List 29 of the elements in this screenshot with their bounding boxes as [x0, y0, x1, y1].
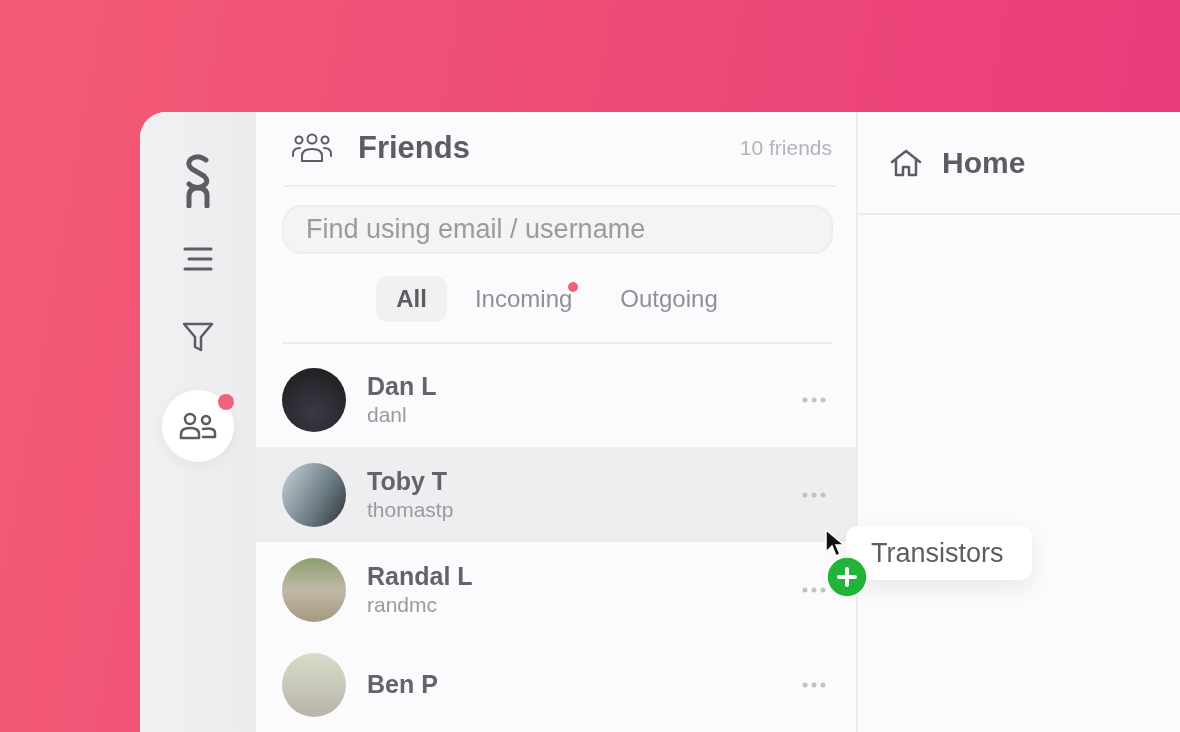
filter-tab[interactable]: All: [376, 276, 447, 322]
friend-count: 10 friends: [739, 136, 832, 161]
friend-name: Randal L: [367, 562, 473, 591]
menu-icon[interactable]: [183, 247, 213, 271]
friend-username: danl: [367, 403, 408, 427]
friend-row[interactable]: Ben P: [256, 637, 856, 732]
more-dots-icon: [802, 681, 826, 688]
users-icon: [292, 133, 332, 164]
plus-icon: [826, 556, 868, 598]
friend-name: Ben P: [367, 670, 438, 699]
filter-tab[interactable]: Incoming: [454, 276, 593, 322]
panel-title: Friends: [358, 130, 470, 167]
search-field[interactable]: Find using email / username: [282, 204, 833, 254]
users-icon: [179, 412, 217, 440]
more-dots-icon: [802, 586, 826, 593]
home-icon: [890, 148, 922, 177]
panel-title: Home: [942, 145, 1026, 180]
more-dots-icon: [802, 396, 826, 403]
filter-tab[interactable]: Outgoing: [600, 276, 738, 322]
friend-row[interactable]: Toby T thomastp: [256, 447, 856, 542]
logo-icon: [185, 154, 211, 208]
friend-username: randmc: [367, 593, 439, 617]
friend-username: thomastp: [367, 498, 454, 522]
friend-name: Dan L: [367, 372, 437, 401]
filter-icon[interactable]: [182, 321, 214, 353]
friend-name: Toby T: [367, 467, 449, 496]
friend-row[interactable]: Dan L danl: [256, 352, 856, 447]
drag-chip: Transistors: [846, 526, 1032, 580]
more-dots-icon: [802, 491, 826, 498]
